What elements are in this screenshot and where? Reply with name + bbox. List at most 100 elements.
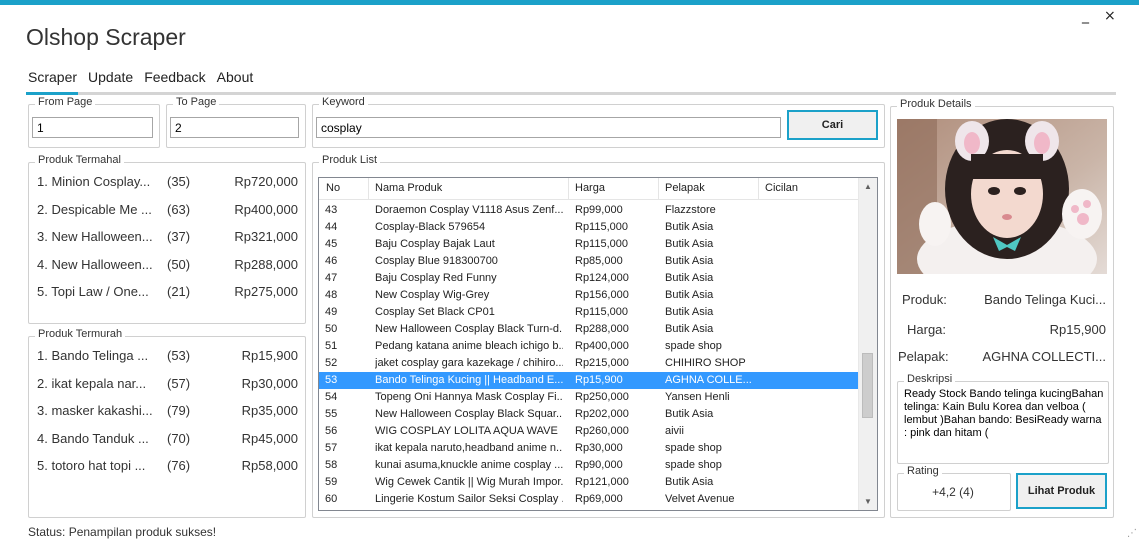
to-page-input[interactable]: 2 (170, 117, 299, 138)
table-row[interactable]: 54 Topeng Oni Hannya Mask Cosplay Fi... Rp… (319, 389, 859, 406)
table-row[interactable]: 43 Doraemon Cosplay V1118 Asus Zenf... Rp9… (319, 202, 859, 219)
tab-update[interactable]: Update (86, 69, 142, 85)
cell-harga: Rp115,000 (575, 306, 629, 318)
window-accent-bar (0, 0, 1139, 5)
cell-pelapak: Flazzstore (665, 204, 716, 216)
termahal-item-name: 5. Topi Law / One... (37, 284, 149, 300)
termurah-item-price: Rp58,000 (241, 458, 298, 474)
termurah-item-price: Rp45,000 (241, 430, 298, 446)
table-row[interactable]: 47 Baju Cosplay Red Funny Rp124,000 Butik A… (319, 270, 859, 287)
cell-harga: Rp30,000 (575, 442, 623, 454)
table-row[interactable]: 48 New Cosplay Wig-Grey Rp156,000 Butik Asi… (319, 287, 859, 304)
keyword-input[interactable]: cosplay (316, 117, 781, 138)
cell-harga: Rp260,000 (575, 425, 629, 437)
cell-nama: Doraemon Cosplay V1118 Asus Zenf... (375, 204, 563, 216)
cell-pelapak: Butik Asia (665, 221, 714, 233)
cell-nama: Bando Telinga Kucing || Headband E... (375, 374, 563, 386)
cell-pelapak: Butik Asia (665, 306, 714, 318)
resize-grip-icon[interactable]: ⋰ (1127, 528, 1137, 539)
lihat-produk-button[interactable]: Lihat Produk (1016, 473, 1107, 509)
termurah-item-price: Rp15,900 (241, 348, 298, 363)
table-row[interactable]: 55 New Halloween Cosplay Black Squar... Rp… (319, 406, 859, 423)
active-tab-indicator (26, 92, 78, 95)
termahal-item-price: Rp720,000 (234, 174, 298, 189)
cell-harga: Rp250,000 (575, 391, 629, 403)
cell-nama: Baju Cosplay Red Funny (375, 272, 497, 284)
column-header-no[interactable]: No (326, 182, 340, 194)
cell-pelapak: Butik Asia (665, 272, 714, 284)
scroll-down-icon[interactable]: ▼ (859, 493, 877, 510)
scroll-up-icon[interactable]: ▲ (859, 178, 877, 195)
termahal-item-price: Rp400,000 (234, 201, 298, 217)
termahal-item: 5. Topi Law / One... (21) Rp275,000 (37, 284, 298, 304)
cell-nama: Cosplay Set Black CP01 (375, 306, 495, 318)
termurah-item-name: 3. masker kakashi... (37, 403, 153, 419)
close-button[interactable]: × (1104, 8, 1116, 24)
termurah-item-name: 4. Bando Tanduk ... (37, 430, 149, 446)
cell-pelapak: AGHNA COLLE... (665, 374, 752, 386)
status-text: Status: Penampilan produk sukses! (28, 525, 217, 539)
table-row[interactable]: 46 Cosplay Blue 918300700 Rp85,000 Butik As… (319, 253, 859, 270)
table-row[interactable]: 52 jaket cosplay gara kazekage / chihiro.… (319, 355, 859, 372)
termahal-item-count: (50) (167, 256, 191, 272)
from-page-label: From Page (35, 96, 96, 108)
table-row[interactable]: 58 kunai asuma,knuckle anime cosplay ... R… (319, 457, 859, 474)
cell-pelapak: aivii (665, 425, 684, 437)
termahal-item-count: (63) (167, 201, 191, 217)
termurah-item-name: 1. Bando Telinga ... (37, 348, 149, 363)
column-header-pelapak[interactable]: Pelapak (665, 182, 705, 194)
table-row-selected[interactable]: 53 Bando Telinga Kucing || Headband E... R… (319, 372, 859, 389)
termurah-item-name: 5. totoro hat topi ... (37, 458, 146, 474)
cell-no: 56 (325, 425, 338, 437)
tab-about[interactable]: About (215, 69, 263, 85)
list-scrollbar[interactable]: ▲ ▼ (858, 178, 877, 510)
minimize-button[interactable]: _ (1082, 8, 1089, 24)
cari-button[interactable]: Cari (787, 110, 878, 140)
deskripsi-text: Ready Stock Bando telinga kucingBahan te… (904, 388, 1104, 439)
tab-feedback[interactable]: Feedback (142, 69, 214, 85)
table-row[interactable]: 56 WIG COSPLAY LOLITA AQUA WAVE Rp260,000 a… (319, 423, 859, 440)
product-image (897, 119, 1107, 274)
scroll-thumb[interactable] (862, 353, 873, 418)
table-row[interactable]: 51 Pedang katana anime bleach ichigo b...… (319, 338, 859, 355)
table-row[interactable]: 59 Wig Cewek Cantik || Wig Murah Impor...… (319, 474, 859, 491)
cell-no: 44 (325, 221, 338, 233)
termahal-item-name: 2. Despicable Me ... (37, 201, 152, 217)
table-row[interactable]: 57 ikat kepala naruto,headband anime n...… (319, 440, 859, 457)
cell-no: 51 (325, 340, 338, 352)
column-header-nama[interactable]: Nama Produk (375, 182, 442, 194)
produk-details-title: Produk Details (897, 98, 975, 110)
produk-termahal-title: Produk Termahal (35, 154, 124, 166)
cell-nama: New Halloween Cosplay Black Turn-d... (375, 323, 563, 335)
tab-scraper[interactable]: Scraper (26, 69, 86, 85)
menu-underline (26, 92, 1116, 95)
cell-nama: Lingerie Kostum Sailor Seksi Cosplay ... (375, 493, 563, 505)
termahal-item-name: 3. New Halloween... (37, 229, 153, 245)
cell-no: 50 (325, 323, 338, 335)
produk-termurah-title: Produk Termurah (35, 328, 126, 340)
column-header-harga[interactable]: Harga (575, 182, 605, 194)
termurah-item-count: (53) (167, 348, 191, 363)
cell-pelapak: Yansen Henli (665, 391, 730, 403)
cell-harga: Rp99,000 (575, 204, 623, 216)
termahal-item-count: (35) (167, 174, 191, 189)
produk-list-title: Produk List (319, 154, 381, 166)
table-row[interactable]: 44 Cosplay-Black 579654 Rp115,000 Butik Asi… (319, 219, 859, 236)
cell-nama: New Halloween Cosplay Black Squar... (375, 408, 563, 420)
cell-harga: Rp156,000 (575, 289, 629, 301)
table-row[interactable]: 50 New Halloween Cosplay Black Turn-d... R… (319, 321, 859, 338)
cell-no: 49 (325, 306, 338, 318)
cell-no: 46 (325, 255, 338, 267)
table-row[interactable]: 45 Baju Cosplay Bajak Laut Rp115,000 Butik … (319, 236, 859, 253)
table-row[interactable]: 60 Lingerie Kostum Sailor Seksi Cosplay .… (319, 491, 859, 508)
to-page-label: To Page (173, 96, 220, 108)
cell-harga: Rp124,000 (575, 272, 629, 284)
pelapak-value: AGHNA COLLECTI... (982, 349, 1106, 364)
column-header-cicilan[interactable]: Cicilan (765, 182, 798, 194)
table-row[interactable]: 49 Cosplay Set Black CP01 Rp115,000 Butik A… (319, 304, 859, 321)
termahal-item-name: 1. Minion Cosplay... (37, 174, 151, 189)
cell-nama: kunai asuma,knuckle anime cosplay ... (375, 459, 563, 471)
termahal-item-count: (21) (167, 284, 191, 300)
produk-list-view[interactable]: No Nama Produk Harga Pelapak Cicilan 43 D… (318, 177, 878, 511)
from-page-input[interactable]: 1 (32, 117, 153, 138)
